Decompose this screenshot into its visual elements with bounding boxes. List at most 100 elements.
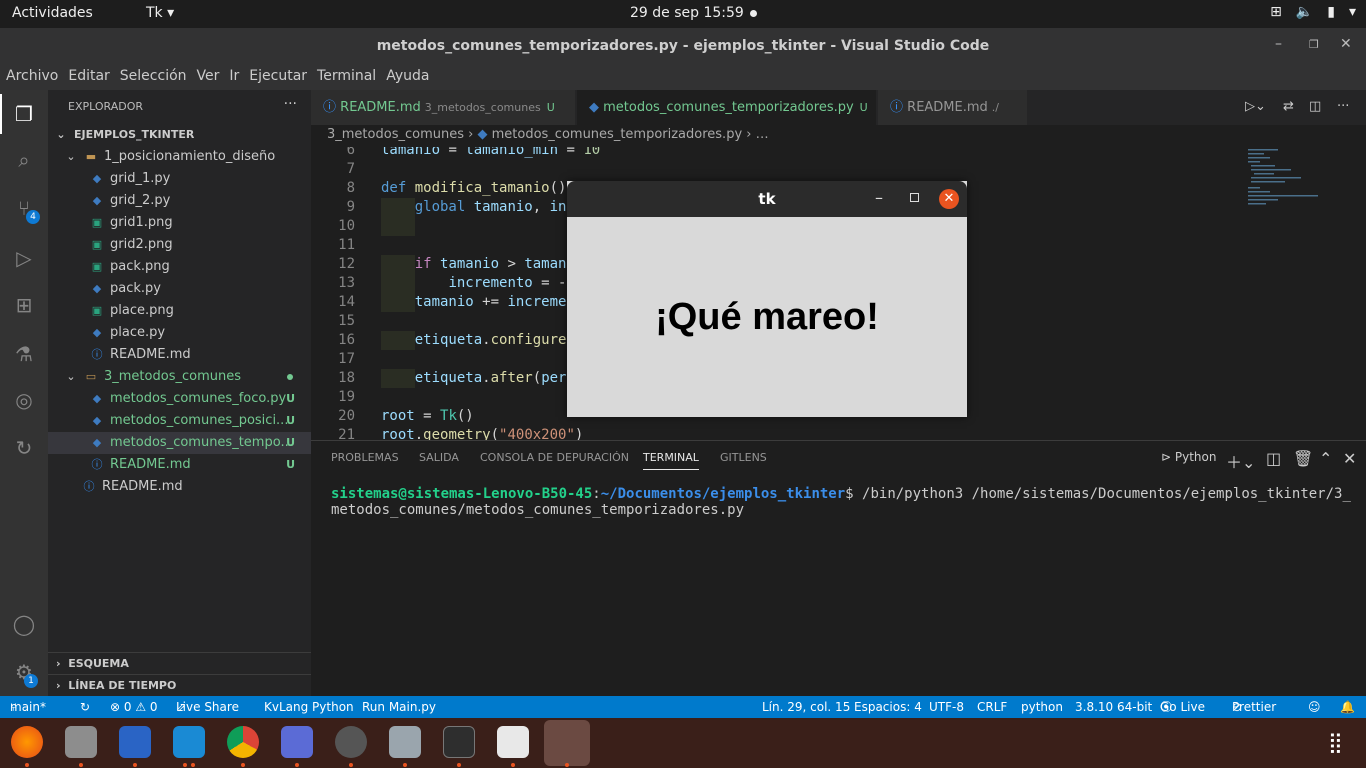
run-debug-icon[interactable]: ▷: [12, 246, 36, 270]
file-place-png[interactable]: ▣ place.png: [48, 300, 311, 322]
outline-section[interactable]: › ESQUEMA: [48, 652, 311, 674]
text-editor-icon[interactable]: [497, 726, 529, 758]
breadcrumb-folder[interactable]: 3_metodos_comunes: [327, 127, 464, 142]
menu-ver[interactable]: Ver: [197, 64, 225, 90]
folder-3-metodos-comunes[interactable]: ⌄ ▭ 3_metodos_comunes: [48, 366, 311, 388]
gitlens-icon[interactable]: ◎: [12, 388, 36, 412]
vscode-icon[interactable]: [173, 726, 205, 758]
app-menu[interactable]: Tk ▾: [146, 5, 174, 21]
clock[interactable]: 29 de sep 15:59: [630, 5, 744, 21]
trash-icon[interactable]: 🗑: [1293, 449, 1313, 468]
menu-ir[interactable]: Ir: [229, 64, 244, 90]
battery-icon[interactable]: ▮: [1327, 4, 1335, 20]
tab-description: ./: [991, 101, 999, 114]
file-grid1-png[interactable]: ▣ grid1.png: [48, 212, 311, 234]
file-pack-py[interactable]: ◆ pack.py: [48, 278, 311, 300]
sync-icon[interactable]: ↻: [80, 696, 90, 718]
minimize-icon[interactable]: –: [1275, 36, 1282, 52]
explorer-icon[interactable]: ❐: [12, 102, 36, 126]
activities-button[interactable]: Actividades: [12, 5, 93, 21]
tab-metodos-comunes-temporizadores[interactable]: ◆ metodos_comunes_temporizadores.pyU ✕: [577, 90, 893, 125]
run-main-button[interactable]: Run Main.py: [362, 696, 436, 718]
file-readme-md-3[interactable]: ⓘ README.md U: [48, 454, 311, 476]
testing-icon[interactable]: ⚗: [12, 342, 36, 366]
file-metodos-comunes-posicion[interactable]: ◆ metodos_comunes_posici... U: [48, 410, 311, 432]
search-icon[interactable]: ⌕: [12, 148, 36, 172]
tab-output[interactable]: SALIDA: [419, 451, 459, 464]
volume-icon[interactable]: 🔈: [1296, 4, 1313, 20]
software-updater-icon[interactable]: [335, 726, 367, 758]
tk-window[interactable]: tk – ✕ ¡Qué mareo!: [567, 181, 967, 417]
split-terminal-icon[interactable]: ◫: [1266, 449, 1281, 468]
file-metodos-comunes-foco[interactable]: ◆ metodos_comunes_foco.py U: [48, 388, 311, 410]
compare-icon[interactable]: ⇄: [1283, 99, 1294, 114]
tab-readme-3-metodos[interactable]: ⓘ README.md 3_metodos_comunes U: [311, 90, 576, 125]
files-icon[interactable]: [65, 726, 97, 758]
menu-archivo[interactable]: Archivo: [6, 64, 63, 90]
file-grid-1-py[interactable]: ◆ grid_1.py: [48, 168, 311, 190]
chrome-icon[interactable]: [227, 726, 259, 758]
split-editor-icon[interactable]: ◫: [1309, 99, 1321, 114]
image-viewer-icon[interactable]: [389, 726, 421, 758]
menu-ejecutar[interactable]: Ejecutar: [249, 64, 312, 90]
status-bar: ⑂ main* ↻ ⊗ 0 ⚠ 0 ⇗ Live Share KvLang Py…: [0, 696, 1366, 718]
more-actions-icon[interactable]: ···: [284, 96, 297, 112]
app-grid-icon[interactable]: ⣿: [1328, 730, 1343, 754]
screenshot-icon[interactable]: [281, 726, 313, 758]
cursor-position[interactable]: Lín. 29, col. 15: [762, 696, 850, 718]
tab-gitlens[interactable]: GITLENS: [720, 451, 767, 464]
tab-terminal[interactable]: TERMINAL: [643, 451, 699, 470]
breadcrumb-symbol[interactable]: …: [756, 127, 769, 142]
tab-debug-console[interactable]: CONSOLA DE DEPURACIÓN: [480, 451, 629, 464]
kvlang-button[interactable]: KvLang Python: [264, 696, 354, 718]
feedback-icon[interactable]: ☺: [1308, 696, 1321, 718]
account-icon[interactable]: ◯: [12, 612, 36, 636]
file-place-py[interactable]: ◆ place.py: [48, 322, 311, 344]
menu-ayuda[interactable]: Ayuda: [386, 64, 434, 90]
network-icon[interactable]: ⊞: [1270, 4, 1282, 20]
close-icon[interactable]: ✕: [1343, 449, 1356, 468]
close-icon[interactable]: ✕: [1340, 36, 1352, 52]
problems-indicator[interactable]: ⊗ 0 ⚠ 0: [110, 696, 158, 718]
menu-editar[interactable]: Editar: [68, 64, 114, 90]
live-share-icon[interactable]: ↻: [12, 436, 36, 460]
tab-readme-root[interactable]: ⓘ README.md ./: [878, 90, 1028, 125]
minimize-icon[interactable]: –: [875, 188, 883, 207]
file-grid2-png[interactable]: ▣ grid2.png: [48, 234, 311, 256]
file-readme-md-root[interactable]: ⓘ README.md: [48, 476, 311, 498]
terminal-profile[interactable]: ⊳ Python: [1161, 450, 1216, 464]
indentation[interactable]: Espacios: 4: [854, 696, 922, 718]
timeline-section[interactable]: › LÍNEA DE TIEMPO: [48, 674, 311, 696]
terminal-output[interactable]: sistemas@sistemas-Lenovo-B50-45:~/Docume…: [331, 486, 1351, 518]
tab-problems[interactable]: PROBLEMAS: [331, 451, 399, 464]
extensions-icon[interactable]: ⊞: [12, 293, 36, 317]
terminal-icon[interactable]: [443, 726, 475, 758]
tk-app-icon[interactable]: [544, 720, 590, 766]
maximize-panel-icon[interactable]: ⌃: [1319, 449, 1332, 468]
restore-icon[interactable]: ❐: [1309, 38, 1319, 51]
maximize-icon[interactable]: [910, 193, 919, 202]
bell-icon[interactable]: 🔔: [1340, 696, 1355, 718]
firefox-icon[interactable]: [11, 726, 43, 758]
workspace-root[interactable]: ⌄ EJEMPLOS_TKINTER: [48, 124, 311, 146]
file-readme-md[interactable]: ⓘ README.md: [48, 344, 311, 366]
more-actions-icon[interactable]: ···: [1337, 99, 1349, 114]
file-pack-png[interactable]: ▣ pack.png: [48, 256, 311, 278]
end-of-line[interactable]: CRLF: [977, 696, 1007, 718]
writer-icon[interactable]: [119, 726, 151, 758]
breadcrumb-file[interactable]: metodos_comunes_temporizadores.py: [492, 127, 743, 142]
python-interpreter[interactable]: 3.8.10 64-bit: [1075, 696, 1152, 718]
file-metodos-comunes-temporizadores[interactable]: ◆ metodos_comunes_tempo... U: [48, 432, 311, 454]
menu-terminal[interactable]: Terminal: [317, 64, 381, 90]
encoding[interactable]: UTF-8: [929, 696, 964, 718]
close-icon[interactable]: ✕: [939, 189, 959, 209]
system-tray[interactable]: ⊞ 🔈 ▮ ▾: [1270, 4, 1356, 20]
file-grid-2-py[interactable]: ◆ grid_2.py: [48, 190, 311, 212]
add-terminal-icon[interactable]: ＋⌄: [1226, 449, 1255, 473]
menu-seleccion[interactable]: Selección: [120, 64, 192, 90]
minimap[interactable]: [1245, 147, 1355, 440]
language-mode[interactable]: python: [1021, 696, 1063, 718]
folder-1-posicionamiento[interactable]: ⌄ ▬ 1_posicionamiento_diseño: [48, 146, 311, 168]
chevron-down-icon[interactable]: ▾: [1349, 4, 1356, 20]
run-icon[interactable]: ▷⌄: [1245, 99, 1266, 114]
